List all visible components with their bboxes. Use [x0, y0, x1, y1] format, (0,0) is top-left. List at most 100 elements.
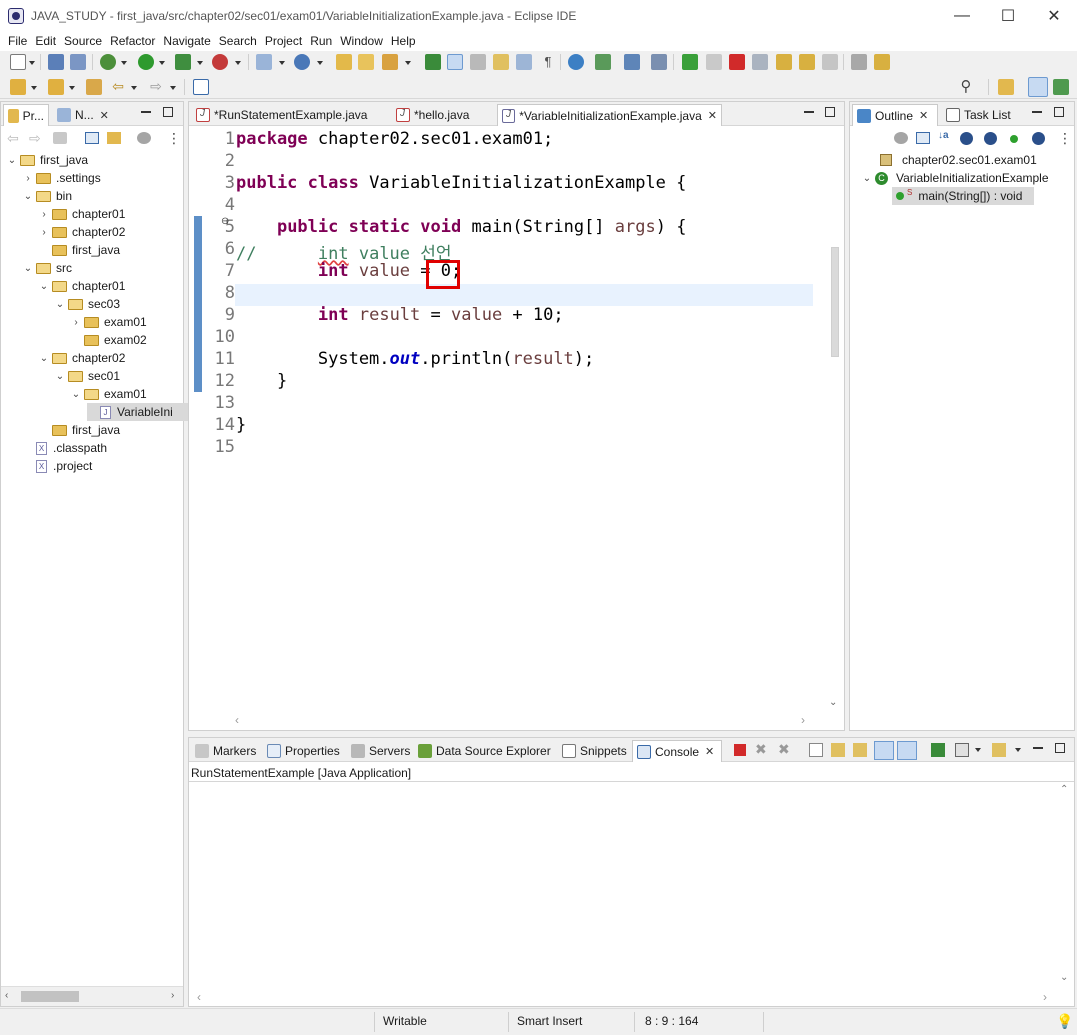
run-icon[interactable]	[138, 54, 154, 70]
clear-console-icon[interactable]	[809, 743, 823, 757]
last-edit-location-icon[interactable]	[86, 79, 102, 95]
next-annotation-icon[interactable]	[10, 79, 26, 95]
scroll-right-icon[interactable]: ›	[1043, 990, 1047, 1004]
outline-item-class[interactable]: ⌄ C VariableInitializationExample	[862, 169, 1049, 187]
debug-perspective-icon[interactable]	[1053, 79, 1069, 95]
open-type-icon[interactable]	[336, 54, 352, 70]
forward-nav-icon[interactable]: ⇨	[29, 131, 45, 145]
terminate-console-icon[interactable]	[734, 744, 746, 756]
maximize-view-icon[interactable]	[1055, 743, 1065, 753]
tab-outline[interactable]: Outline ✕	[852, 104, 938, 126]
tab-markers[interactable]: Markers	[191, 740, 260, 762]
hide-fields-icon[interactable]	[960, 132, 973, 145]
tree-item[interactable]: ⌄ sec03	[55, 295, 120, 313]
pin-console-icon[interactable]	[931, 743, 945, 757]
minimize-view-icon[interactable]	[804, 107, 814, 113]
terminal-icon[interactable]	[624, 54, 640, 70]
chevron-down-icon[interactable]: ⌄	[55, 299, 65, 310]
collapse-all-icon[interactable]	[916, 132, 930, 144]
tree-item[interactable]: › chapter01	[39, 205, 125, 223]
tab-task-list[interactable]: Task List	[942, 104, 1015, 126]
chevron-down-icon[interactable]: ⌄	[23, 263, 33, 274]
close-icon[interactable]: ✕	[705, 745, 714, 758]
highlight-icon[interactable]	[447, 54, 463, 70]
scroll-lock-icon[interactable]	[831, 743, 845, 757]
menu-file[interactable]: File	[4, 34, 31, 48]
web-browser-icon[interactable]	[568, 54, 584, 70]
menu-window[interactable]: Window	[336, 34, 387, 48]
chevron-down-icon[interactable]: ⌄	[862, 173, 872, 184]
menu-run[interactable]: Run	[306, 34, 336, 48]
menu-source[interactable]: Source	[60, 34, 106, 48]
tree-item[interactable]: ⌄ chapter01	[39, 277, 126, 295]
back-icon[interactable]: ⇦	[110, 79, 126, 95]
show-on-stderr-icon[interactable]	[897, 741, 917, 760]
scroll-right-icon[interactable]: ›	[801, 713, 805, 727]
scroll-right-icon[interactable]: ›	[171, 990, 174, 1001]
chevron-right-icon[interactable]: ›	[39, 209, 49, 220]
menu-help[interactable]: Help	[387, 34, 420, 48]
coverage-icon[interactable]	[175, 54, 191, 70]
fold-collapse-icon[interactable]: ⊖	[221, 216, 229, 227]
scroll-left-icon[interactable]: ‹	[5, 990, 8, 1001]
close-icon[interactable]: ✕	[100, 109, 109, 122]
maximize-view-icon[interactable]	[1054, 107, 1064, 117]
vertical-scrollbar[interactable]: ⌄	[814, 127, 844, 715]
filter-icon[interactable]	[894, 132, 908, 144]
tab-package-explorer[interactable]: Pr...	[3, 104, 49, 126]
maximize-view-icon[interactable]	[163, 107, 173, 117]
run-last-icon[interactable]	[874, 54, 890, 70]
open-console-icon[interactable]	[992, 743, 1006, 757]
tree-item[interactable]: exam02	[71, 331, 147, 349]
minimize-view-icon[interactable]	[1033, 743, 1043, 749]
close-icon[interactable]: ✕	[708, 109, 717, 122]
view-menu-icon[interactable]: ⋮	[1058, 130, 1072, 147]
suspend-icon[interactable]	[706, 54, 722, 70]
disconnect-icon[interactable]	[752, 54, 768, 70]
terminate-icon[interactable]	[729, 54, 745, 70]
sort-icon[interactable]: ↓a	[938, 130, 949, 141]
scroll-left-icon[interactable]: ‹	[235, 713, 239, 727]
scroll-down-icon[interactable]: ⌄	[829, 697, 837, 708]
menu-navigate[interactable]: Navigate	[159, 34, 214, 48]
block-selection-icon[interactable]	[493, 54, 509, 70]
remove-all-icon[interactable]: ✖	[778, 741, 790, 758]
save-all-icon[interactable]	[70, 54, 86, 70]
outline-item-package[interactable]: chapter02.sec01.exam01	[880, 151, 1037, 169]
minimize-button[interactable]: —	[939, 0, 985, 31]
tree-item[interactable]: ⌄ bin	[23, 187, 72, 205]
open-folder-icon[interactable]	[358, 54, 374, 70]
view-menu-icon[interactable]: ⋮	[167, 130, 181, 147]
tree-item[interactable]: ⌄ src	[23, 259, 72, 277]
save-icon[interactable]	[48, 54, 64, 70]
minimize-view-icon[interactable]	[141, 107, 151, 113]
resume-icon[interactable]	[682, 54, 698, 70]
console-horizontal-scrollbar[interactable]: ‹ ›	[189, 990, 1057, 1006]
word-wrap-icon[interactable]	[516, 54, 532, 70]
word-wrap-console-icon[interactable]	[853, 743, 867, 757]
open-perspective-icon[interactable]	[998, 79, 1014, 95]
chevron-down-icon[interactable]: ⌄	[7, 155, 17, 166]
menu-project[interactable]: Project	[261, 34, 306, 48]
tree-item[interactable]: › exam01	[71, 313, 146, 331]
chevron-down-icon[interactable]: ⌄	[23, 191, 33, 202]
step-into-icon[interactable]	[776, 54, 792, 70]
tab-data-source-explorer[interactable]: Data Source Explorer	[414, 740, 555, 762]
step-over-icon[interactable]	[799, 54, 815, 70]
code-area[interactable]: 1 2 3 4 5 6 7 8 9 10 11 12 13 14 15 ⊖ package chapter0…	[189, 127, 844, 727]
maximize-view-icon[interactable]	[825, 107, 835, 117]
skip-breakpoints-icon[interactable]	[595, 54, 611, 70]
tree-item[interactable]: ⌄ sec01	[55, 367, 120, 385]
chevron-down-icon[interactable]: ⌄	[71, 389, 81, 400]
tab-servers[interactable]: Servers	[347, 740, 414, 762]
tab-snippets[interactable]: Snippets	[558, 740, 631, 762]
forward-icon[interactable]: ⇨	[148, 79, 164, 95]
horizontal-scrollbar[interactable]: ‹ ›	[1, 986, 183, 1006]
chevron-down-icon[interactable]: ⌄	[39, 281, 49, 292]
tree-item[interactable]: J VariableIni	[87, 403, 193, 421]
new-class-icon[interactable]	[294, 54, 310, 70]
chevron-right-icon[interactable]: ›	[23, 173, 33, 184]
console-output[interactable]	[189, 782, 1057, 992]
menu-edit[interactable]: Edit	[31, 34, 60, 48]
hide-local-types-icon[interactable]	[1032, 132, 1045, 145]
